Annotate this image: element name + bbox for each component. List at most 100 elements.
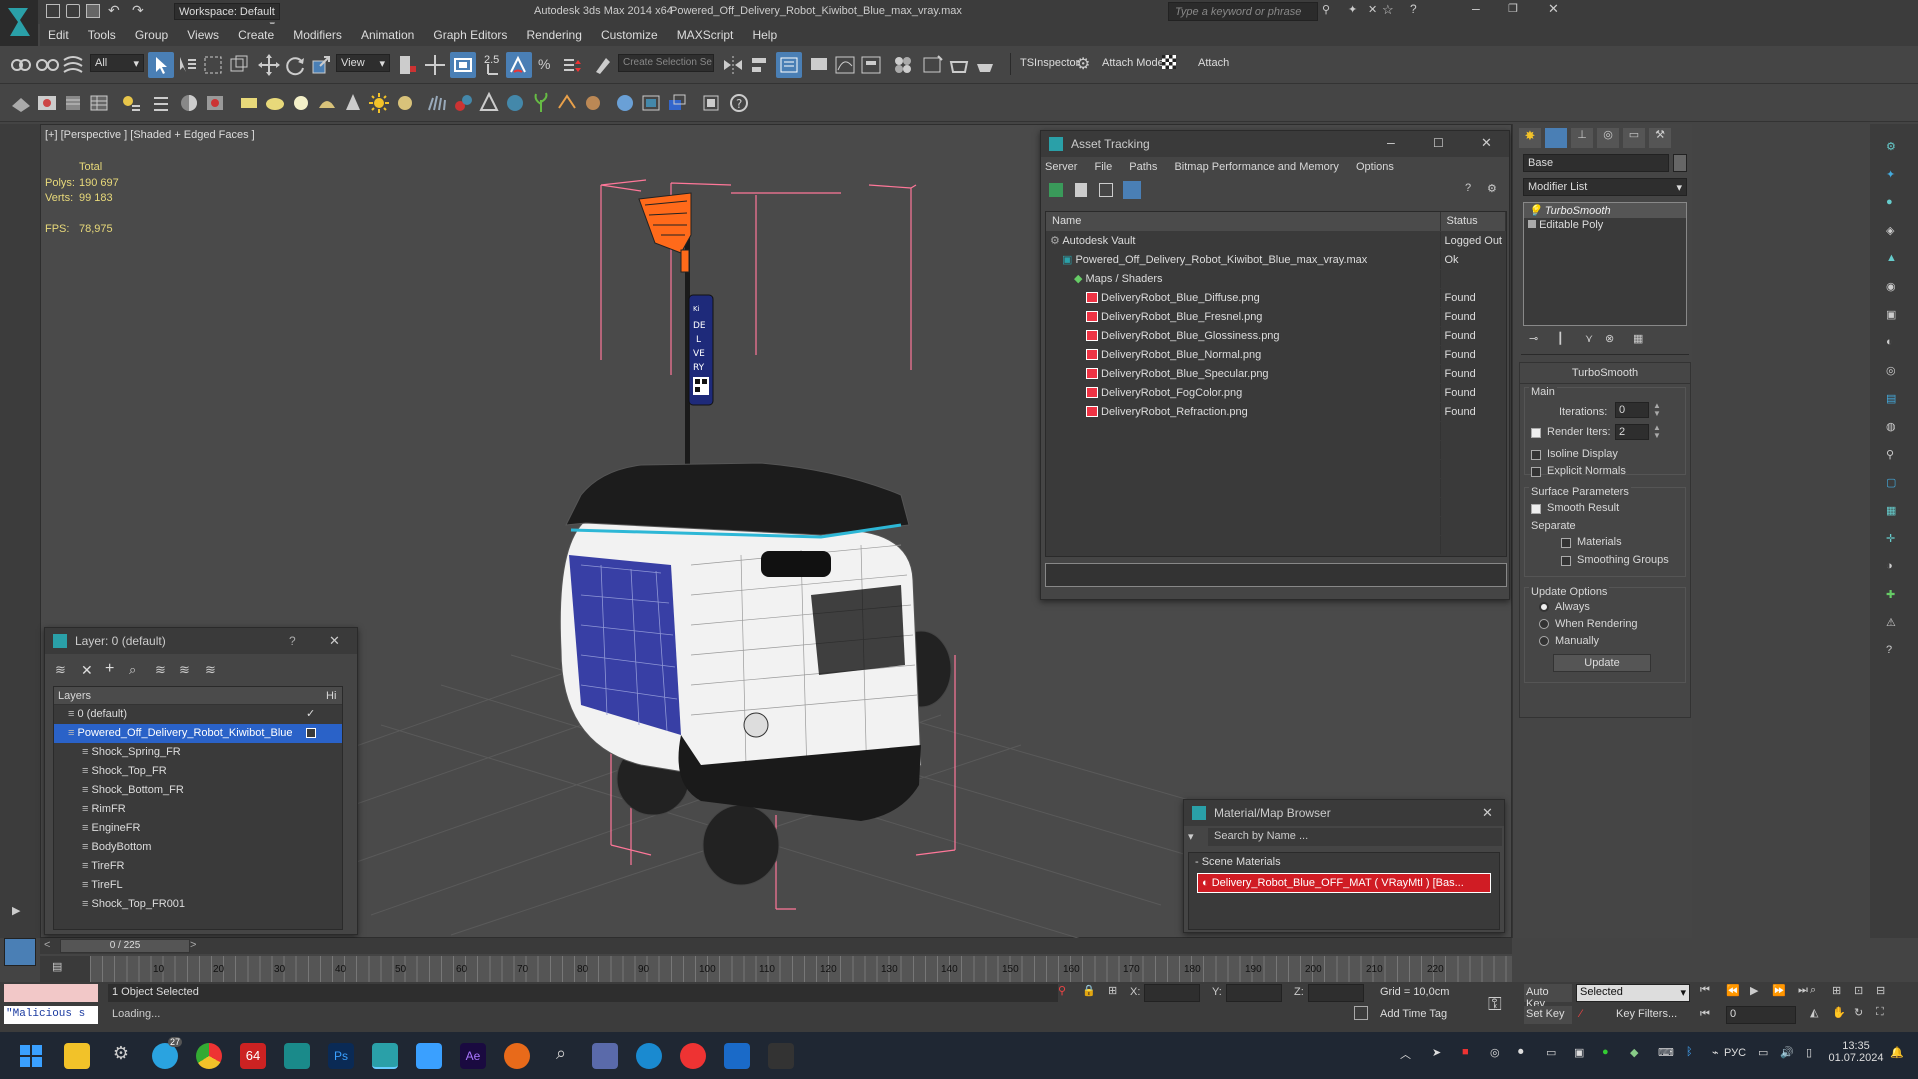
angle-snap-icon[interactable]: [506, 52, 532, 78]
named-selection-dropdown[interactable]: Create Selection Se: [618, 54, 714, 72]
menu-modifiers[interactable]: Modifiers: [285, 24, 350, 46]
tool-icon[interactable]: ✛: [1886, 532, 1895, 545]
menu-edit[interactable]: Edit: [40, 24, 77, 46]
tool-icon[interactable]: ⚠: [1886, 616, 1896, 629]
edit-named-selection-icon[interactable]: [590, 52, 616, 78]
scene-icon[interactable]: [8, 90, 34, 116]
vray-sphere-light-icon[interactable]: [288, 90, 314, 116]
tray-bluetooth-icon[interactable]: ᛒ: [1686, 1046, 1693, 1058]
notepad-icon[interactable]: [416, 1043, 442, 1069]
help-icon[interactable]: ?: [1886, 644, 1892, 656]
restore-icon[interactable]: ❐: [1508, 2, 1518, 15]
tsinspector-label[interactable]: TSInspector: [1020, 57, 1079, 69]
window-crossing-icon[interactable]: [226, 52, 252, 78]
vray-ies-icon[interactable]: [314, 90, 340, 116]
expand-icon[interactable]: [1528, 220, 1536, 228]
menu-animation[interactable]: Animation: [353, 24, 422, 46]
refresh-icon[interactable]: [1049, 183, 1063, 197]
close-icon[interactable]: ✕: [1548, 1, 1559, 17]
pivot-center-icon[interactable]: [394, 52, 420, 78]
select-rotate-icon[interactable]: [282, 52, 308, 78]
material-editor-icon[interactable]: [890, 52, 916, 78]
vray-spot-icon[interactable]: [340, 90, 366, 116]
hide-layer-icon[interactable]: ≋: [155, 662, 166, 678]
app-b-icon[interactable]: [724, 1043, 750, 1069]
layer-row[interactable]: ≡ Shock_Top_FR: [54, 762, 342, 781]
pin-stack-icon[interactable]: ⊸: [1529, 332, 1538, 345]
stack-item-editable-poly[interactable]: Editable Poly: [1524, 218, 1686, 233]
after-effects-icon[interactable]: Ae: [460, 1043, 486, 1069]
vray-settings-icon[interactable]: [202, 90, 228, 116]
track-bar[interactable]: 10 20 30 40 50 60 70 80 90 100 110 120 130 140 150 160 1…: [90, 956, 1512, 982]
windows-start-icon[interactable]: [18, 1043, 44, 1069]
toggle-layer-explorer-icon[interactable]: [806, 52, 832, 78]
col-hide[interactable]: Hi: [326, 690, 336, 702]
asset-menu-file[interactable]: File: [1094, 161, 1112, 173]
vray-sun-icon[interactable]: [366, 90, 392, 116]
go-to-end-icon[interactable]: ⏭: [1798, 984, 1808, 997]
volume-icon[interactable]: 🔊: [1780, 1046, 1794, 1059]
snap-toggle-icon[interactable]: 2.5: [480, 52, 506, 78]
pan-icon[interactable]: ✋: [1832, 1006, 1846, 1019]
mini-listener-toggle[interactable]: [4, 938, 36, 966]
half-sphere-icon[interactable]: [176, 90, 202, 116]
tray-app-icon[interactable]: ■: [1462, 1046, 1469, 1058]
layer-row[interactable]: ≡ Shock_Top_FR001: [54, 895, 342, 914]
help-circle-icon[interactable]: ?: [726, 90, 752, 116]
tray-display-icon[interactable]: ▣: [1574, 1046, 1584, 1059]
utilities-tab-icon[interactable]: ⚒: [1649, 128, 1671, 148]
layer-row[interactable]: ≡ Shock_Bottom_FR: [54, 781, 342, 800]
material-browser-titlebar[interactable]: Material/Map Browser ✕: [1184, 800, 1504, 826]
close-icon[interactable]: ✕: [329, 633, 340, 649]
menu-maxscript[interactable]: MAXScript: [669, 24, 742, 46]
attach-mode-icon[interactable]: ⚙: [1076, 54, 1090, 74]
yandex-icon[interactable]: [680, 1043, 706, 1069]
vray-hf-icon[interactable]: [554, 90, 580, 116]
modifier-list-dropdown[interactable]: Modifier List ▾: [1523, 178, 1687, 196]
maxscript-listener-pink[interactable]: [4, 984, 98, 1002]
tray-headset-icon[interactable]: ◎: [1490, 1046, 1500, 1059]
update-button[interactable]: Update: [1553, 654, 1651, 672]
render-iters-spinner[interactable]: ▲ ▼: [1653, 424, 1661, 440]
select-move-icon[interactable]: [256, 52, 282, 78]
3dsmax-active-icon[interactable]: [372, 1043, 398, 1069]
reference-coordinate-dropdown[interactable]: View ▾: [336, 54, 390, 72]
hierarchy-tab-icon[interactable]: ⊥: [1571, 128, 1593, 148]
clock[interactable]: 13:35 01.07.2024: [1828, 1040, 1884, 1064]
zoom-extents-all-icon[interactable]: ⊟: [1876, 984, 1885, 997]
light-lister-icon[interactable]: [118, 90, 144, 116]
network-icon[interactable]: ▭: [1758, 1046, 1768, 1059]
minimize-icon[interactable]: –: [1472, 0, 1480, 16]
container-icon[interactable]: [698, 90, 724, 116]
tray-window-icon[interactable]: ▭: [1546, 1046, 1556, 1059]
vray-plane-icon[interactable]: [236, 90, 262, 116]
tool-icon[interactable]: ◍: [1886, 420, 1896, 433]
asset-row[interactable]: DeliveryRobot_Blue_Normal.png Found: [1046, 345, 1506, 365]
minimize-icon[interactable]: –: [1387, 134, 1395, 150]
tool-icon[interactable]: ◑: [1886, 560, 1893, 572]
time-tag-icon[interactable]: [1354, 1006, 1368, 1020]
tray-telegram-icon[interactable]: ➤: [1432, 1046, 1441, 1059]
tray-keyboard-icon[interactable]: ⌨: [1658, 1046, 1674, 1059]
tool-icon[interactable]: ▢: [1886, 476, 1896, 489]
notification-bell-icon[interactable]: 🔔: [1890, 1046, 1904, 1059]
key-filters-button[interactable]: Key Filters...: [1616, 1008, 1677, 1020]
select-object-icon[interactable]: [148, 52, 174, 78]
tool-icon[interactable]: ◐: [1886, 336, 1893, 348]
telegram-icon[interactable]: 27: [152, 1037, 183, 1069]
render-region-icon[interactable]: [664, 90, 690, 116]
battery-icon[interactable]: ▯: [1806, 1046, 1812, 1059]
create-tab-icon[interactable]: ✸: [1519, 128, 1541, 148]
key-mode-icon[interactable]: ⏮: [1700, 1008, 1710, 1021]
asset-path-field[interactable]: [1045, 563, 1507, 587]
subscription-icon[interactable]: ✦: [1348, 3, 1357, 16]
close-icon[interactable]: ✕: [1481, 135, 1492, 151]
next-key-icon[interactable]: ⏩: [1772, 984, 1786, 997]
next-frame-icon[interactable]: >: [190, 939, 196, 951]
asset-row[interactable]: DeliveryRobot_Refraction.png Found: [1046, 402, 1506, 422]
link-icon[interactable]: [8, 52, 34, 78]
lightbulb-icon[interactable]: 💡: [1528, 205, 1542, 217]
keyboard-shortcut-override-icon[interactable]: [450, 52, 476, 78]
key-filter-dropdown[interactable]: Selected ▾: [1576, 984, 1690, 1002]
layer-stack-icon[interactable]: [60, 90, 86, 116]
